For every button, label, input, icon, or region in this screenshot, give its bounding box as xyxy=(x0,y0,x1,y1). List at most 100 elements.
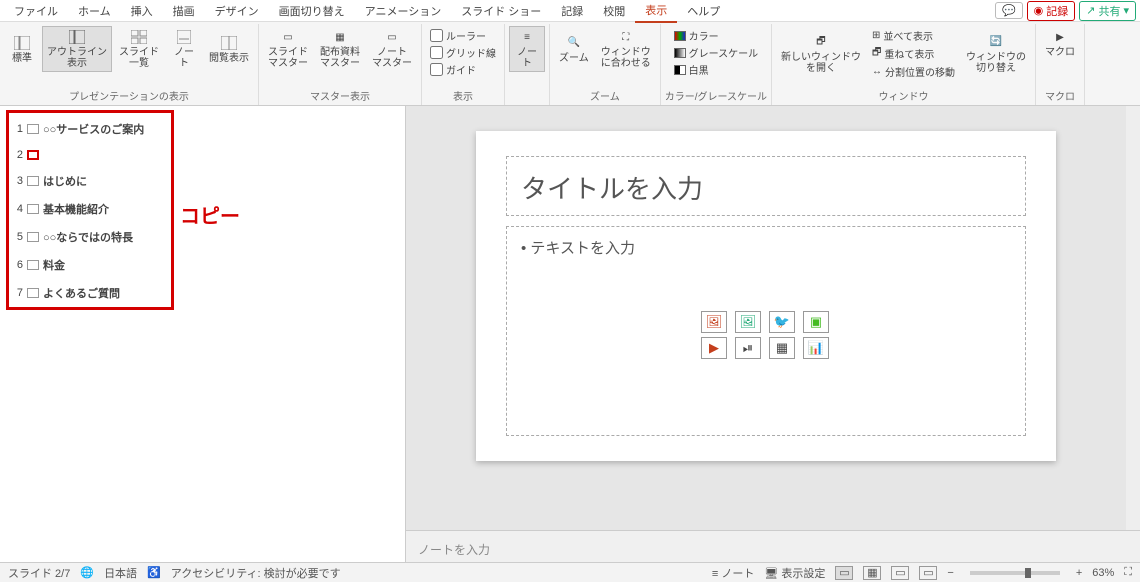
view-notes-page[interactable]: ノー ト xyxy=(166,26,202,72)
tab-animations[interactable]: アニメーション xyxy=(355,0,452,22)
outline-item-3[interactable]: 3はじめに xyxy=(15,173,165,189)
tab-transitions[interactable]: 画面切り替え xyxy=(269,0,355,22)
insert-online-icon[interactable]: 🐦 xyxy=(769,311,795,333)
arrange-all[interactable]: ⊞並べて表示 xyxy=(872,28,955,43)
insert-video-icon[interactable]: ▶ xyxy=(701,337,727,359)
content-placeholder[interactable]: • テキストを入力 🖼 🖼 🐦 ▣ ▶ ⏯ ▦ 📊 xyxy=(506,226,1026,436)
comments-button[interactable]: 💬 xyxy=(995,2,1023,19)
fit-icon: ⛶ xyxy=(617,29,635,45)
color-mode-color[interactable]: カラー xyxy=(674,28,759,43)
outline-item-2[interactable]: 2 xyxy=(15,149,165,161)
title-placeholder[interactable]: タイトルを入力 xyxy=(506,156,1026,216)
tab-design[interactable]: デザイン xyxy=(205,0,269,22)
insert-chart-icon[interactable]: 📊 xyxy=(803,337,829,359)
slide-thumb-icon xyxy=(27,232,39,242)
outline-item-1[interactable]: 1○○サービスのご案内 xyxy=(15,121,165,137)
ribbon-group-macros: ▶マクロ マクロ xyxy=(1036,24,1085,105)
status-accessibility[interactable]: アクセシビリティ: 検討が必要です xyxy=(171,565,341,581)
ribbon-group-zoom: 🔍ズーム ⛶ウィンドウ に合わせる ズーム xyxy=(550,24,661,105)
view-slideshow-status[interactable]: ▭ xyxy=(919,566,937,580)
notes-pane[interactable]: ノートを入力 xyxy=(406,530,1140,566)
move-split[interactable]: ↔分割位置の移動 xyxy=(872,64,955,79)
tab-record[interactable]: 記録 xyxy=(551,0,593,22)
tab-insert[interactable]: 挿入 xyxy=(121,0,163,22)
slide-thumb-icon xyxy=(27,288,39,298)
slide-canvas[interactable]: タイトルを入力 • テキストを入力 🖼 🖼 🐦 ▣ ▶ ⏯ ▦ 📊 xyxy=(476,131,1056,461)
slide-area[interactable]: タイトルを入力 • テキストを入力 🖼 🖼 🐦 ▣ ▶ ⏯ ▦ 📊 xyxy=(406,106,1140,530)
color-mode-bw[interactable]: 白黒 xyxy=(674,62,759,77)
annotation-copy: コピー xyxy=(180,200,240,229)
outline-highlight-box: 1○○サービスのご案内 2 3はじめに 4基本機能紹介 5○○ならではの特長 6… xyxy=(6,110,174,310)
fit-window[interactable]: ⛶ウィンドウ に合わせる xyxy=(596,26,656,72)
view-slide-sorter[interactable]: スライド 一覧 xyxy=(114,26,164,72)
cascade[interactable]: 🗗重ねて表示 xyxy=(872,45,955,62)
insert-stock-icon[interactable]: 🖼 xyxy=(735,311,761,333)
language-icon[interactable]: 🌐 xyxy=(80,566,94,579)
display-settings[interactable]: 🖥 表示設定 xyxy=(764,565,825,581)
share-button[interactable]: ↗共有▾ xyxy=(1079,1,1136,21)
notes-toggle[interactable]: ≡ノー ト xyxy=(509,26,545,72)
view-normal-status[interactable]: ▭ xyxy=(835,566,853,580)
notes-page-icon xyxy=(175,29,193,45)
switch-windows[interactable]: 🔄ウィンドウの 切り替え xyxy=(961,26,1031,81)
tab-draw[interactable]: 描画 xyxy=(163,0,205,22)
switch-icon: 🔄 xyxy=(987,34,1005,50)
accessibility-icon[interactable]: ♿ xyxy=(147,566,161,579)
body-bullet: • テキストを入力 xyxy=(521,237,1011,258)
insert-table-icon[interactable]: ▦ xyxy=(769,337,795,359)
outline-item-6[interactable]: 6料金 xyxy=(15,257,165,273)
tab-review[interactable]: 校閲 xyxy=(593,0,635,22)
zoom-in[interactable]: + xyxy=(1076,567,1082,579)
arrange-icon: ⊞ xyxy=(872,30,880,41)
zoom-slider-thumb[interactable] xyxy=(1025,568,1031,578)
insert-media-icon[interactable]: ⏯ xyxy=(735,337,761,359)
check-guides[interactable]: ガイド xyxy=(430,62,496,77)
view-sorter-status[interactable]: ▦ xyxy=(863,566,881,580)
tab-home[interactable]: ホーム xyxy=(68,0,121,22)
view-reading-status[interactable]: ▭ xyxy=(891,566,909,580)
check-gridlines[interactable]: グリッド線 xyxy=(430,45,496,60)
outline-item-7[interactable]: 7よくあるご質問 xyxy=(15,285,165,301)
outline-pane[interactable]: 1○○サービスのご案内 2 3はじめに 4基本機能紹介 5○○ならではの特長 6… xyxy=(0,106,405,566)
zoom-out[interactable]: − xyxy=(947,567,953,579)
insert-3d-icon[interactable]: ▣ xyxy=(803,311,829,333)
handout-master[interactable]: ▦配布資料 マスター xyxy=(315,26,365,72)
check-ruler[interactable]: ルーラー xyxy=(430,28,496,43)
group-label: マクロ xyxy=(1045,86,1075,105)
view-reading[interactable]: 閲覧表示 xyxy=(204,26,254,72)
sorter-icon xyxy=(130,29,148,45)
zoom-button[interactable]: 🔍ズーム xyxy=(554,26,594,72)
tab-view[interactable]: 表示 xyxy=(635,0,677,23)
zoom-level[interactable]: 63% xyxy=(1092,567,1114,579)
color-mode-grayscale[interactable]: グレースケール xyxy=(674,45,759,60)
notes-master[interactable]: ▭ノート マスター xyxy=(367,26,417,72)
notes-icon: ≡ xyxy=(518,29,536,45)
record-label: 記録 xyxy=(1046,3,1068,19)
tab-slideshow[interactable]: スライド ショー xyxy=(451,0,551,22)
insert-picture-icon[interactable]: 🖼 xyxy=(701,311,727,333)
notes-toggle-status[interactable]: ≡ ノート xyxy=(712,565,754,581)
normal-view-icon xyxy=(13,35,31,51)
slide-master[interactable]: ▭スライド マスター xyxy=(263,26,313,72)
view-normal[interactable]: 標準 xyxy=(4,26,40,72)
outline-item-4[interactable]: 4基本機能紹介 xyxy=(15,201,165,217)
zoom-slider[interactable] xyxy=(970,571,1060,575)
status-language[interactable]: 日本語 xyxy=(104,565,137,581)
tab-file[interactable]: ファイル xyxy=(4,0,68,22)
outline-item-5[interactable]: 5○○ならではの特長 xyxy=(15,229,165,245)
macros-button[interactable]: ▶マクロ xyxy=(1040,26,1080,61)
ribbon-group-color-grayscale: カラー グレースケール 白黒 カラー/グレースケール xyxy=(661,24,772,105)
fit-to-window-status[interactable]: ⛶ xyxy=(1124,566,1132,579)
tab-help[interactable]: ヘルプ xyxy=(677,0,730,22)
group-label: プレゼンテーションの表示 xyxy=(69,86,189,105)
ribbon-group-presentation-views: 標準 アウトライン 表示 スライド 一覧 ノー ト 閲覧表示 プレゼンテーション… xyxy=(0,24,259,105)
record-button[interactable]: ◉記録 xyxy=(1027,1,1076,21)
new-window[interactable]: 🗗新しいウィンドウ を開く xyxy=(776,26,866,81)
view-outline[interactable]: アウトライン 表示 xyxy=(42,26,112,72)
vertical-scrollbar[interactable] xyxy=(1126,106,1140,530)
ribbon-group-show: ルーラー グリッド線 ガイド 表示 xyxy=(422,24,505,105)
group-label: 表示 xyxy=(453,86,473,105)
status-slide-number: スライド 2/7 xyxy=(8,565,70,581)
ribbon-group-master-views: ▭スライド マスター ▦配布資料 マスター ▭ノート マスター マスター表示 xyxy=(259,24,422,105)
slide-thumb-icon xyxy=(27,176,39,186)
